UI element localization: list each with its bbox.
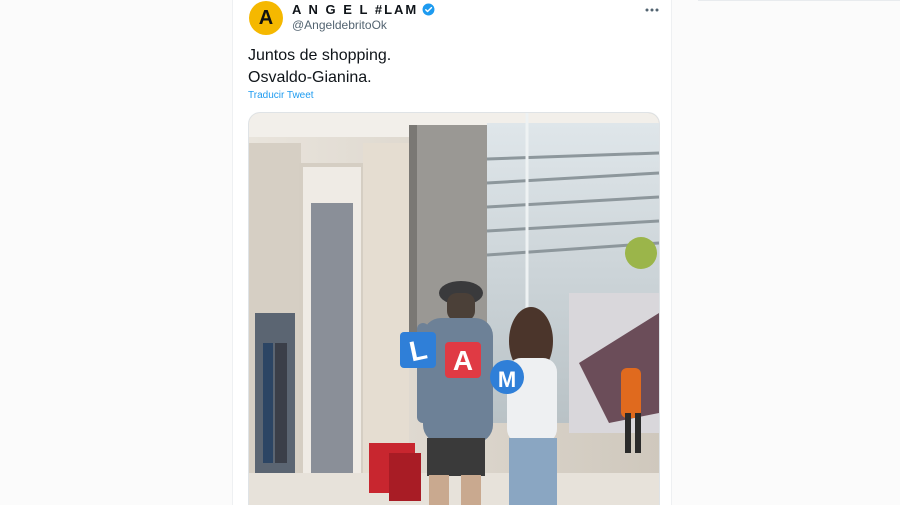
more-options-icon[interactable] <box>642 2 662 18</box>
lam-watermark: L A M <box>400 332 524 394</box>
tweet-photo[interactable]: L A M <box>248 112 660 505</box>
avatar[interactable]: A <box>249 1 283 35</box>
avatar-letter: A <box>258 6 274 29</box>
tweet-text: Juntos de shopping. Osvaldo-Gianina. <box>248 45 658 89</box>
tweet-text-line: Juntos de shopping. <box>248 47 392 64</box>
verified-badge-icon <box>422 3 435 16</box>
author-name-row[interactable]: A N G E L #LAM <box>292 2 435 17</box>
user-handle[interactable]: @AngeldebritoOk <box>292 18 387 32</box>
display-name[interactable]: A N G E L #LAM <box>292 2 418 17</box>
watermark-a-tile: A <box>445 342 481 378</box>
translate-tweet-link[interactable]: Traducir Tweet <box>248 90 314 101</box>
watermark-m-tile: M <box>490 360 524 394</box>
watermark-m: M <box>498 367 516 392</box>
watermark-l-tile: L <box>400 332 436 368</box>
tweet-text-line: Osvaldo-Gianina. <box>248 69 372 86</box>
divider <box>698 0 900 1</box>
watermark-a: A <box>453 345 473 376</box>
page: A A N G E L #LAM @AngeldebritoOk Juntos … <box>0 0 900 505</box>
